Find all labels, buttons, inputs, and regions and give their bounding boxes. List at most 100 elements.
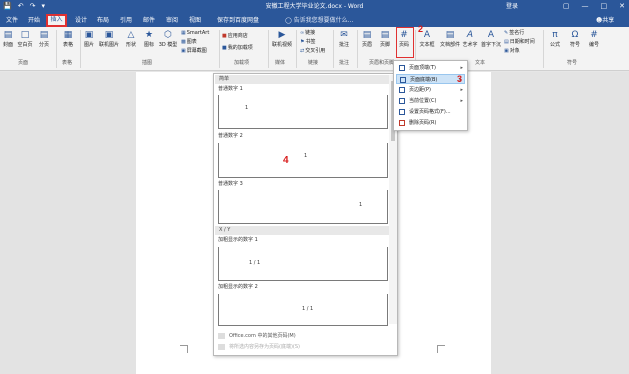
divider bbox=[296, 30, 297, 68]
chart-button[interactable]: ▩图表 bbox=[181, 39, 197, 46]
menu-item-top-of-page[interactable]: 页面顶端(T) ▸ bbox=[396, 63, 465, 73]
tab-insert[interactable]: 插入 bbox=[46, 14, 67, 27]
wordart-button[interactable]: A 艺术字 bbox=[462, 29, 478, 49]
minimize-icon[interactable]: — bbox=[582, 1, 589, 11]
screenshot-button[interactable]: ▣屏幕截图 bbox=[181, 48, 207, 55]
addins-icon: ■ bbox=[222, 45, 227, 51]
object-button[interactable]: ▣对象 bbox=[504, 48, 520, 55]
symbol-button[interactable]: Ω 符号 bbox=[567, 29, 583, 49]
comment-button[interactable]: ✉ 批注 bbox=[337, 29, 351, 49]
menu-item-page-margins[interactable]: 页边距(P) ▸ bbox=[396, 85, 465, 95]
quick-parts-button[interactable]: ▤ 文档部件 bbox=[440, 29, 460, 49]
page-number-preview: 1 bbox=[304, 153, 308, 159]
more-page-numbers-item[interactable]: Office.com 中的其他页码(M) bbox=[218, 332, 296, 340]
header-button[interactable]: ▤ 页眉 bbox=[360, 29, 374, 49]
footer-button[interactable]: ▤ 页脚 bbox=[378, 29, 392, 49]
chevron-right-icon: ▸ bbox=[460, 98, 463, 104]
link-button[interactable]: ∞链接 bbox=[300, 30, 315, 37]
icons-button[interactable]: ★ 图标 bbox=[142, 29, 156, 49]
gallery-item-bold-1[interactable]: 1 / 1 bbox=[218, 247, 388, 281]
screenshot-icon: ▣ bbox=[181, 48, 186, 54]
blank-page-button[interactable]: □ 空白页 bbox=[15, 29, 35, 49]
quick-parts-icon: ▤ bbox=[445, 30, 455, 40]
page-number-preview: 1 / 1 bbox=[302, 306, 314, 312]
date-time-button[interactable]: ▤日期和时间 bbox=[504, 39, 535, 46]
maximize-icon[interactable]: □ bbox=[601, 1, 608, 11]
pi-icon: π bbox=[552, 30, 558, 40]
menu-item-format-page-numbers[interactable]: 设置页码格式(F)... bbox=[396, 107, 465, 117]
office-icon bbox=[218, 332, 225, 339]
tab-view[interactable]: 视图 bbox=[186, 15, 204, 27]
tab-home[interactable]: 开始 bbox=[25, 15, 43, 27]
equation-button[interactable]: π 公式 bbox=[547, 29, 563, 49]
online-video-button[interactable]: ▶ 联机视频 bbox=[270, 29, 294, 49]
group-header-footer-label: 页眉和页脚 bbox=[369, 60, 395, 66]
margin-marker bbox=[437, 345, 445, 353]
online-picture-icon: ▣ bbox=[104, 30, 114, 40]
table-button[interactable]: ▦ 表格 bbox=[61, 29, 75, 49]
share-button[interactable]: ☻共享 bbox=[596, 16, 614, 25]
cross-reference-icon: ⇄ bbox=[300, 48, 305, 54]
cover-page-button[interactable]: ▤ 封面 bbox=[1, 29, 15, 49]
gallery-item-plain-3[interactable]: 1 bbox=[218, 190, 388, 224]
gallery-item-plain-2[interactable]: 1 bbox=[218, 143, 388, 178]
bookmark-icon: ⚑ bbox=[300, 39, 305, 45]
cross-reference-button[interactable]: ⇄交叉引用 bbox=[300, 48, 325, 55]
picture-icon: ▣ bbox=[84, 30, 94, 40]
tab-references[interactable]: 引用 bbox=[117, 15, 135, 27]
shapes-button[interactable]: △ 形状 bbox=[124, 29, 138, 49]
object-icon: ▣ bbox=[504, 48, 509, 54]
store-button[interactable]: ■应用商店 bbox=[222, 33, 248, 40]
step-annotation-4: 4 bbox=[283, 155, 289, 166]
3d-models-button[interactable]: ⬡ 3D 模型 bbox=[158, 29, 178, 49]
menu-item-bottom-of-page[interactable]: 页面底端(B) ▸ bbox=[396, 74, 465, 84]
window-controls: ▢ — □ ✕ bbox=[563, 1, 625, 11]
numbering-button[interactable]: # 编号 bbox=[586, 29, 602, 49]
my-addins-button[interactable]: ■我的加载项 bbox=[222, 45, 253, 52]
menu-item-current-position[interactable]: 当前位置(C) ▸ bbox=[396, 96, 465, 106]
divider bbox=[80, 30, 81, 68]
page-break-button[interactable]: ▤ 分页 bbox=[37, 29, 51, 49]
shapes-icon: △ bbox=[127, 30, 135, 40]
page-margin-icon bbox=[399, 87, 405, 93]
remove-icon bbox=[399, 120, 405, 126]
gallery-item-plain-1[interactable]: 1 bbox=[218, 95, 388, 129]
smartart-button[interactable]: ▦SmartArt bbox=[181, 30, 209, 37]
store-icon: ■ bbox=[222, 33, 227, 39]
group-comments-label: 批注 bbox=[339, 60, 350, 66]
gallery-item-label: 加粗显示的数字 1 bbox=[218, 237, 258, 243]
divider bbox=[219, 30, 220, 68]
tab-design[interactable]: 设计 bbox=[72, 15, 90, 27]
chevron-right-icon: ▸ bbox=[460, 65, 463, 71]
cube-icon: ⬡ bbox=[164, 30, 172, 40]
group-tables-label: 表格 bbox=[62, 60, 73, 66]
table-icon: ▦ bbox=[63, 30, 73, 40]
bookmark-button[interactable]: ⚑书签 bbox=[300, 39, 316, 46]
online-pictures-button[interactable]: ▣ 联机图片 bbox=[97, 29, 121, 49]
footer-icon: ▤ bbox=[380, 30, 390, 40]
numbering-icon: # bbox=[590, 30, 598, 40]
lightbulb-icon: ◯ bbox=[285, 17, 292, 24]
page-number-highlight bbox=[396, 27, 414, 58]
page-top-icon bbox=[399, 65, 405, 71]
close-icon[interactable]: ✕ bbox=[619, 1, 625, 11]
page-number-preview: 1 bbox=[359, 202, 363, 208]
drop-cap-button[interactable]: A 首字下沉 bbox=[481, 29, 501, 49]
ribbon-display-icon[interactable]: ▢ bbox=[563, 1, 570, 11]
tab-baidu-save[interactable]: 保存到百度网盘 bbox=[208, 15, 268, 27]
page-number-menu: 页面顶端(T) ▸ 页面底端(B) ▸ 页边距(P) ▸ 当前位置(C) ▸ 设置页码格… bbox=[393, 60, 468, 131]
signature-line-button[interactable]: ✎签名行 bbox=[504, 30, 524, 37]
tab-file[interactable]: 文件 bbox=[3, 15, 21, 27]
tell-me-box[interactable]: ◯ 告诉我您想要做什么... bbox=[285, 16, 353, 25]
group-text-label: 文本 bbox=[475, 60, 486, 66]
tab-layout[interactable]: 布局 bbox=[94, 15, 112, 27]
tab-review[interactable]: 审阅 bbox=[163, 15, 181, 27]
menu-item-remove-page-numbers[interactable]: 删除页码(R) bbox=[396, 118, 465, 128]
gallery-item-bold-2[interactable]: 1 / 1 bbox=[218, 294, 388, 326]
link-icon: ∞ bbox=[300, 30, 305, 36]
group-addins-label: 加载项 bbox=[234, 60, 250, 66]
margin-marker bbox=[180, 345, 188, 353]
pictures-button[interactable]: ▣ 图片 bbox=[82, 29, 96, 49]
login-link[interactable]: 登录 bbox=[506, 2, 518, 11]
tab-mailings[interactable]: 邮件 bbox=[140, 15, 158, 27]
